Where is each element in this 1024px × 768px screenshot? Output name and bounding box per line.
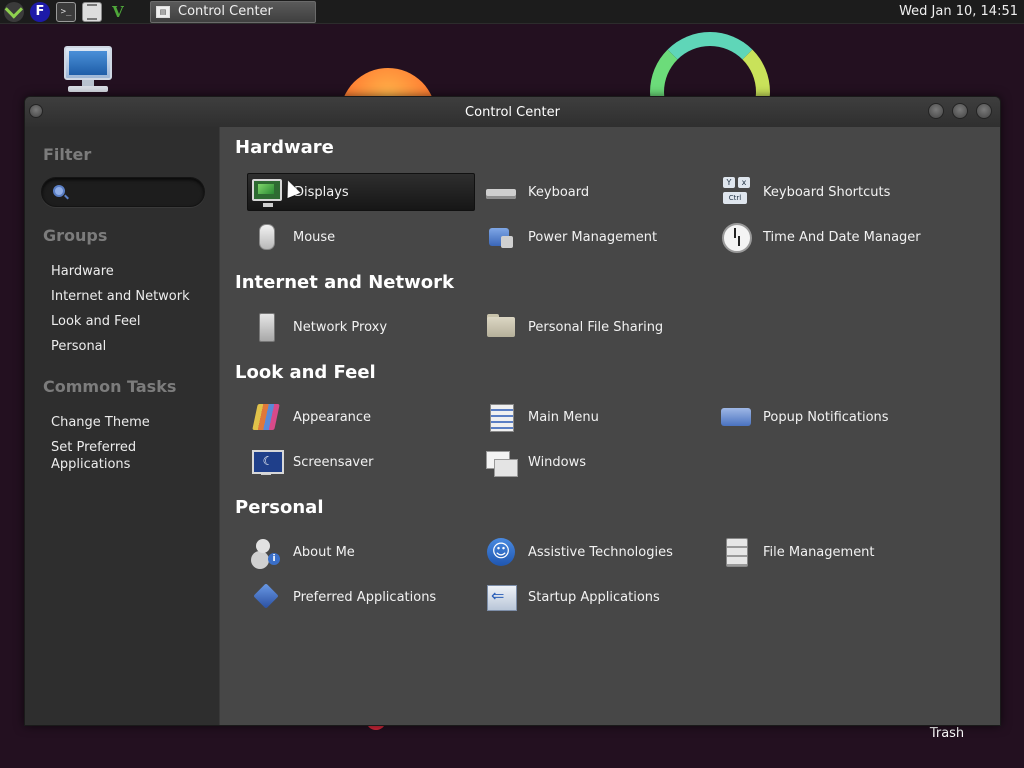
- top-panel: F >_ V ▤ Control Center Wed Jan 10, 14:5…: [0, 0, 1024, 24]
- item-mouse[interactable]: Mouse: [247, 218, 475, 256]
- item-label: Popup Notifications: [763, 409, 889, 425]
- common-tasks-heading: Common Tasks: [43, 377, 177, 396]
- sidebar: Filter Groups Hardware Internet and Netw…: [25, 127, 219, 725]
- item-assistive-technologies[interactable]: Assistive Technologies: [482, 533, 710, 571]
- taskbar-button-label: Control Center: [178, 4, 273, 19]
- item-personal-file-sharing[interactable]: Personal File Sharing: [482, 308, 710, 346]
- item-label: Power Management: [528, 229, 658, 245]
- sidebar-group-hardware[interactable]: Hardware: [51, 263, 114, 280]
- sidebar-group-internet-and-network[interactable]: Internet and Network: [51, 288, 190, 305]
- item-label: Keyboard: [528, 184, 590, 200]
- power-icon: [486, 222, 516, 252]
- item-label: About Me: [293, 544, 355, 560]
- close-button[interactable]: [976, 103, 992, 119]
- section-title-look-and-feel: Look and Feel: [235, 362, 376, 383]
- clock[interactable]: Wed Jan 10, 14:51: [899, 4, 1018, 19]
- filter-heading: Filter: [43, 145, 92, 164]
- item-network-proxy[interactable]: Network Proxy: [247, 308, 475, 346]
- item-windows[interactable]: Windows: [482, 443, 710, 481]
- minimize-button[interactable]: [928, 103, 944, 119]
- popup-notification-icon: [721, 402, 751, 432]
- display-icon: [252, 179, 282, 207]
- item-preferred-applications[interactable]: Preferred Applications: [247, 578, 475, 616]
- screensaver-icon: [251, 447, 284, 477]
- appearance-icon: [251, 402, 281, 432]
- item-label: Keyboard Shortcuts: [763, 184, 891, 200]
- window-titlebar[interactable]: Control Center: [25, 97, 1000, 127]
- section-title-personal: Personal: [235, 497, 324, 518]
- network-proxy-icon: [251, 312, 281, 342]
- item-label: File Management: [763, 544, 875, 560]
- item-label: Main Menu: [528, 409, 599, 425]
- item-main-menu[interactable]: Main Menu: [482, 398, 710, 436]
- item-power-management[interactable]: Power Management: [482, 218, 710, 256]
- file-manager-launcher-icon[interactable]: [82, 1, 102, 22]
- main-menu-launcher-icon[interactable]: [4, 1, 24, 22]
- item-file-management[interactable]: File Management: [717, 533, 945, 571]
- about-me-icon: [251, 537, 281, 567]
- preferred-apps-icon: [251, 582, 281, 612]
- taskbar-control-center-button[interactable]: ▤ Control Center: [150, 0, 316, 23]
- item-startup-applications[interactable]: Startup Applications: [482, 578, 710, 616]
- window-menu-button[interactable]: [29, 104, 43, 118]
- item-time-and-date-manager[interactable]: Time And Date Manager: [717, 218, 945, 256]
- item-keyboard[interactable]: Keyboard: [482, 173, 710, 211]
- folder-share-icon: [486, 312, 516, 342]
- item-label: Appearance: [293, 409, 372, 425]
- section-title-hardware: Hardware: [235, 137, 334, 158]
- main-menu-icon: [486, 402, 516, 432]
- trash-label: Trash: [929, 726, 965, 741]
- mouse-icon: [251, 222, 281, 252]
- item-appearance[interactable]: Appearance: [247, 398, 475, 436]
- item-label: Time And Date Manager: [763, 229, 921, 245]
- vim-launcher-icon[interactable]: V: [108, 2, 128, 22]
- terminal-launcher-icon[interactable]: >_: [56, 1, 76, 22]
- task-change-theme[interactable]: Change Theme: [51, 414, 150, 431]
- item-about-me[interactable]: About Me: [247, 533, 475, 571]
- search-input[interactable]: [72, 183, 198, 203]
- file-cabinet-icon: [721, 537, 751, 567]
- control-center-window: Control Center Filter Groups Hardware In…: [24, 96, 1001, 726]
- item-popup-notifications[interactable]: Popup Notifications: [717, 398, 945, 436]
- groups-heading: Groups: [43, 226, 108, 245]
- maximize-button[interactable]: [952, 103, 968, 119]
- item-label: Personal File Sharing: [528, 319, 664, 335]
- browser-launcher-icon[interactable]: F: [30, 1, 50, 22]
- item-keyboard-shortcuts[interactable]: x Keyboard Shortcuts: [717, 173, 945, 211]
- clock-icon: [721, 222, 752, 253]
- item-label: Screensaver: [293, 454, 374, 470]
- computer-desktop-icon[interactable]: [62, 46, 114, 94]
- item-displays[interactable]: Displays: [247, 173, 475, 211]
- item-label: Assistive Technologies: [528, 544, 673, 560]
- sidebar-group-look-and-feel[interactable]: Look and Feel: [51, 313, 141, 330]
- startup-apps-icon: [486, 582, 517, 612]
- item-label: Startup Applications: [528, 589, 660, 605]
- keyboard-icon: [486, 177, 516, 207]
- keyboard-shortcuts-icon: x: [721, 177, 751, 207]
- task-set-preferred-applications[interactable]: Set Preferred Applications: [51, 439, 171, 473]
- item-label: Network Proxy: [293, 319, 388, 335]
- accessibility-icon: [486, 537, 516, 567]
- item-label: Preferred Applications: [293, 589, 437, 605]
- item-label: Windows: [528, 454, 587, 470]
- window-title: Control Center: [465, 104, 560, 120]
- section-title-internet-and-network: Internet and Network: [235, 272, 454, 293]
- main-content: Hardware Displays Keyboard x Keyboard Sh…: [219, 127, 1000, 725]
- windows-icon: [486, 447, 518, 477]
- control-center-icon: ▤: [156, 5, 170, 18]
- search-icon: [53, 185, 65, 197]
- search-box[interactable]: [41, 177, 205, 207]
- sidebar-group-personal[interactable]: Personal: [51, 338, 106, 355]
- item-screensaver[interactable]: Screensaver: [247, 443, 475, 481]
- item-label: Displays: [294, 184, 349, 200]
- item-label: Mouse: [293, 229, 336, 245]
